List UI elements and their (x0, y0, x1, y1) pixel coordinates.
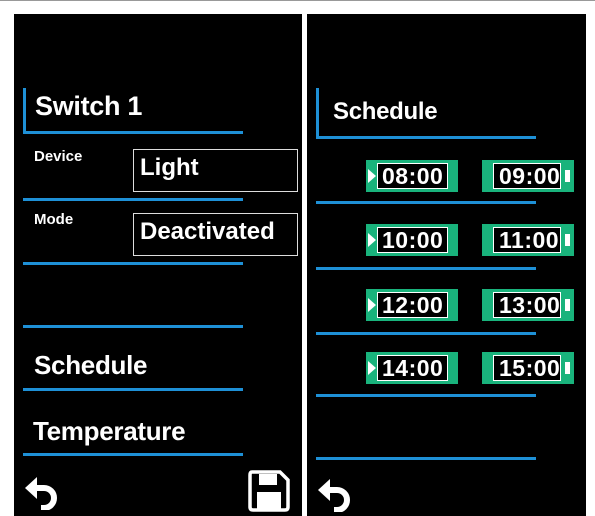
end-time-field[interactable]: 11:00 (482, 224, 574, 256)
start-time-field[interactable]: 10:00 (366, 224, 458, 256)
divider (316, 201, 536, 204)
play-triangle-icon (368, 298, 376, 312)
divider (23, 453, 243, 456)
back-arrow-icon (25, 477, 57, 511)
end-time: 13:00 (493, 292, 561, 318)
cursor-icon (565, 234, 570, 246)
start-time: 10:00 (377, 227, 448, 253)
switch-settings-panel: Switch 1 Device Light Mode Deactivated S… (14, 14, 302, 516)
menu-item-temperature[interactable]: Temperature (33, 416, 186, 447)
top-border (0, 0, 595, 1)
back-arrow-icon (318, 479, 350, 513)
start-time: 12:00 (377, 292, 448, 318)
back-button[interactable] (317, 476, 353, 516)
cursor-icon (565, 362, 570, 374)
menu-item-schedule[interactable]: Schedule (34, 350, 148, 381)
end-time-field[interactable]: 13:00 (482, 289, 574, 321)
divider (316, 136, 536, 139)
divider (23, 388, 243, 391)
mode-label: Mode (34, 211, 74, 228)
end-time-field[interactable]: 09:00 (482, 160, 574, 192)
device-label: Device (34, 148, 83, 165)
back-button[interactable] (24, 474, 60, 515)
start-time-field[interactable]: 12:00 (366, 289, 458, 321)
start-time-field[interactable]: 08:00 (366, 160, 458, 192)
start-time-field[interactable]: 14:00 (366, 352, 458, 384)
divider (316, 267, 536, 270)
cursor-icon (565, 170, 570, 182)
divider (316, 457, 536, 460)
play-triangle-icon (368, 233, 376, 247)
divider (316, 332, 536, 335)
end-time: 15:00 (493, 355, 561, 381)
schedule-title: Schedule (333, 98, 438, 125)
cursor-icon (565, 299, 570, 311)
divider (23, 131, 243, 134)
title-accent (23, 88, 26, 134)
divider (23, 325, 243, 328)
page-title: Switch 1 (35, 91, 143, 121)
end-time: 11:00 (493, 227, 561, 253)
start-time: 14:00 (377, 355, 448, 381)
device-field[interactable]: Light (133, 149, 298, 192)
start-time: 08:00 (377, 163, 448, 189)
floppy-disk-save-icon (248, 470, 290, 512)
end-time-field[interactable]: 15:00 (482, 352, 574, 384)
divider (23, 262, 243, 265)
end-time: 09:00 (493, 163, 561, 189)
play-triangle-icon (368, 169, 376, 183)
schedule-panel: Schedule 08:00 09:00 10:00 11:00 12:00 1… (307, 14, 586, 516)
play-triangle-icon (368, 361, 376, 375)
divider (316, 394, 536, 397)
title-accent (316, 88, 319, 137)
divider (23, 198, 243, 201)
mode-field[interactable]: Deactivated (133, 213, 298, 256)
save-button[interactable] (247, 469, 291, 516)
